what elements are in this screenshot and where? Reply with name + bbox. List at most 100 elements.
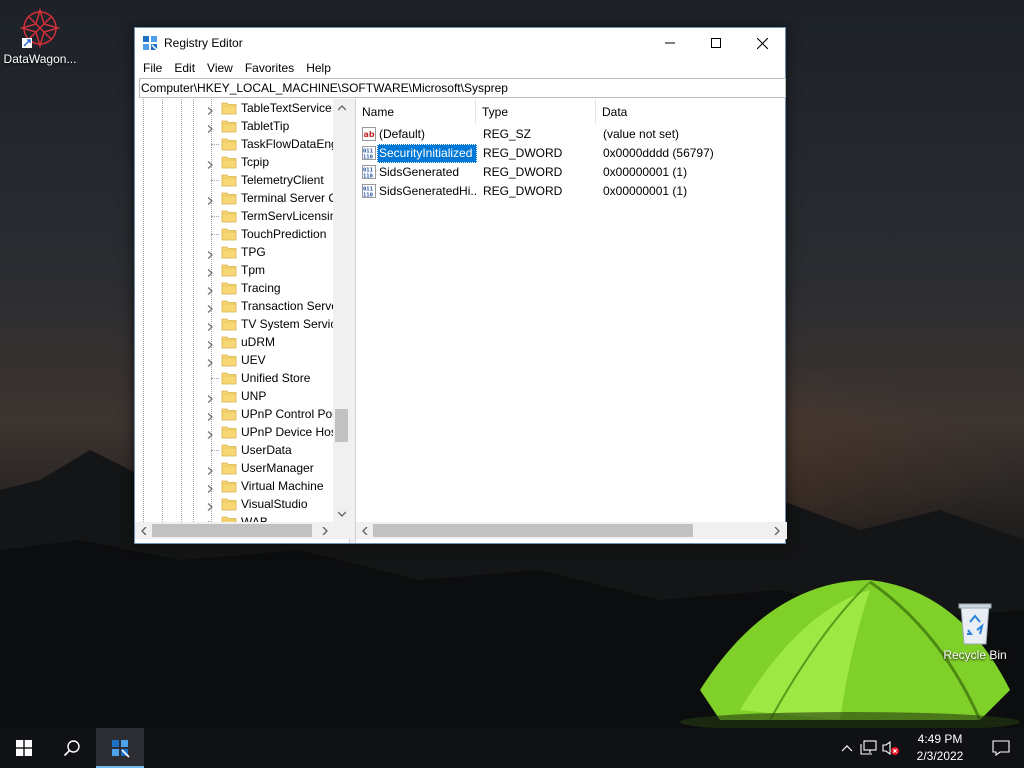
search-button[interactable]: [48, 728, 96, 768]
tree-item[interactable]: TaskFlowDataEng: [135, 135, 333, 153]
menu-favorites[interactable]: Favorites: [239, 58, 300, 78]
chevron-right-icon[interactable]: [206, 302, 214, 313]
tree-scroll-right-arrow[interactable]: [316, 522, 333, 539]
tree-item[interactable]: TableTextService: [135, 99, 333, 117]
tree-connector: [211, 144, 219, 145]
values-list: ab (Default) REG_SZ (value not set) 011 110 Se…: [356, 125, 786, 201]
tree-item[interactable]: TelemetryClient: [135, 171, 333, 189]
column-header-type[interactable]: Type: [476, 99, 596, 124]
taskbar-clock[interactable]: 4:49 PM 2/3/2022: [902, 731, 978, 765]
tree-vertical-scroll-thumb[interactable]: [335, 409, 348, 442]
chevron-right-icon[interactable]: [206, 122, 214, 133]
column-header-data[interactable]: Data: [596, 99, 786, 124]
tree-item[interactable]: Tcpip: [135, 153, 333, 171]
folder-icon: [221, 262, 237, 278]
minimize-button[interactable]: [647, 28, 693, 58]
chevron-right-icon[interactable]: [206, 320, 214, 331]
tree-item[interactable]: UPnP Control Poi: [135, 405, 333, 423]
tree-item[interactable]: UEV: [135, 351, 333, 369]
value-row[interactable]: 011 110 SidsGeneratedHi... REG_DWORD 0x00000…: [356, 182, 786, 201]
chevron-right-icon[interactable]: [206, 464, 214, 475]
tree-item[interactable]: TPG: [135, 243, 333, 261]
tree-item[interactable]: UPnP Device Hos: [135, 423, 333, 441]
tree-connector: [211, 180, 219, 181]
value-type: REG_DWORD: [483, 165, 563, 179]
windows-logo-icon: [16, 740, 32, 756]
start-button[interactable]: [0, 728, 48, 768]
chevron-right-icon[interactable]: [206, 410, 214, 421]
tree-vertical-scrollbar[interactable]: [333, 99, 350, 522]
value-data: 0x00000001 (1): [603, 184, 688, 198]
chevron-right-icon[interactable]: [206, 104, 214, 115]
network-tray-button[interactable]: [858, 728, 880, 768]
tree-item[interactable]: VisualStudio: [135, 495, 333, 513]
values-horizontal-scrollbar[interactable]: [356, 522, 787, 539]
tree-item[interactable]: Terminal Server C: [135, 189, 333, 207]
tree-horizontal-scroll-thumb[interactable]: [152, 524, 312, 537]
clock-time: 4:49 PM: [917, 732, 963, 746]
tree-horizontal-scrollbar[interactable]: [135, 522, 333, 539]
value-type: REG_DWORD: [483, 184, 563, 198]
chevron-right-icon[interactable]: [206, 266, 214, 277]
tree-item[interactable]: TermServLicensin: [135, 207, 333, 225]
datawagon-desktop-icon[interactable]: DataWagon...: [0, 6, 80, 66]
maximize-icon: [711, 38, 721, 48]
menu-view[interactable]: View: [201, 58, 239, 78]
chevron-right-icon[interactable]: [206, 248, 214, 259]
value-row[interactable]: ab (Default) REG_SZ (value not set): [356, 125, 786, 144]
tree-item[interactable]: WAB: [135, 513, 333, 522]
values-scroll-left-arrow[interactable]: [356, 522, 373, 539]
menu-help[interactable]: Help: [300, 58, 337, 78]
tree-item[interactable]: Tracing: [135, 279, 333, 297]
tree-item[interactable]: Virtual Machine: [135, 477, 333, 495]
value-data: 0x00000001 (1): [603, 165, 688, 179]
tree-item[interactable]: UserManager: [135, 459, 333, 477]
tree-item[interactable]: Unified Store: [135, 369, 333, 387]
tree-item[interactable]: UNP: [135, 387, 333, 405]
menu-edit[interactable]: Edit: [168, 58, 201, 78]
value-name: SidsGenerated: [379, 165, 460, 179]
folder-icon: [221, 154, 237, 170]
chevron-right-icon[interactable]: [206, 500, 214, 511]
close-button[interactable]: [739, 28, 785, 58]
values-list-pane: Name Type Data ab (Default) REG_SZ (value n…: [355, 99, 787, 543]
folder-icon: [221, 370, 237, 386]
tree-item[interactable]: Transaction Serve: [135, 297, 333, 315]
taskbar-registry-editor[interactable]: [96, 728, 144, 768]
chevron-right-icon[interactable]: [206, 194, 214, 205]
tree-item[interactable]: TouchPrediction: [135, 225, 333, 243]
tree-item-label: TableTextService: [241, 101, 332, 115]
show-hidden-icons-button[interactable]: [836, 728, 858, 768]
tree-item-label: WAB: [241, 515, 268, 522]
tree-item[interactable]: TV System Service: [135, 315, 333, 333]
tree-scroll-left-arrow[interactable]: [135, 522, 152, 539]
value-row[interactable]: 011 110 SecurityInitialized REG_DWORD 0x0000…: [356, 144, 786, 163]
column-header-name[interactable]: Name: [356, 99, 476, 124]
chevron-right-icon[interactable]: [206, 284, 214, 295]
tree-scroll-down-arrow[interactable]: [333, 505, 350, 522]
values-scroll-right-arrow[interactable]: [768, 522, 785, 539]
tree-item[interactable]: TabletTip: [135, 117, 333, 135]
address-bar[interactable]: Computer\HKEY_LOCAL_MACHINE\SOFTWARE\Mic…: [139, 78, 786, 98]
chevron-right-icon[interactable]: [206, 158, 214, 169]
volume-tray-button[interactable]: [880, 728, 902, 768]
menu-file[interactable]: File: [137, 58, 168, 78]
tree-item[interactable]: UserData: [135, 441, 333, 459]
recycle-bin-desktop-icon[interactable]: Recycle Bin: [935, 600, 1015, 662]
value-row[interactable]: 011 110 SidsGenerated REG_DWORD 0x00000001 (…: [356, 163, 786, 182]
recycle-bin-label: Recycle Bin: [943, 648, 1007, 662]
chevron-right-icon[interactable]: [206, 392, 214, 403]
tree-item[interactable]: Tpm: [135, 261, 333, 279]
chevron-right-icon[interactable]: [206, 428, 214, 439]
values-horizontal-scroll-thumb[interactable]: [373, 524, 693, 537]
tree-item[interactable]: uDRM: [135, 333, 333, 351]
volume-muted-icon: [882, 740, 899, 756]
action-center-button[interactable]: [978, 728, 1024, 768]
chevron-left-icon: [140, 526, 146, 535]
chevron-right-icon[interactable]: [206, 356, 214, 367]
title-bar[interactable]: Registry Editor: [135, 28, 785, 58]
tree-scroll-up-arrow[interactable]: [333, 99, 350, 116]
chevron-right-icon[interactable]: [206, 338, 214, 349]
chevron-right-icon[interactable]: [206, 482, 214, 493]
maximize-button[interactable]: [693, 28, 739, 58]
